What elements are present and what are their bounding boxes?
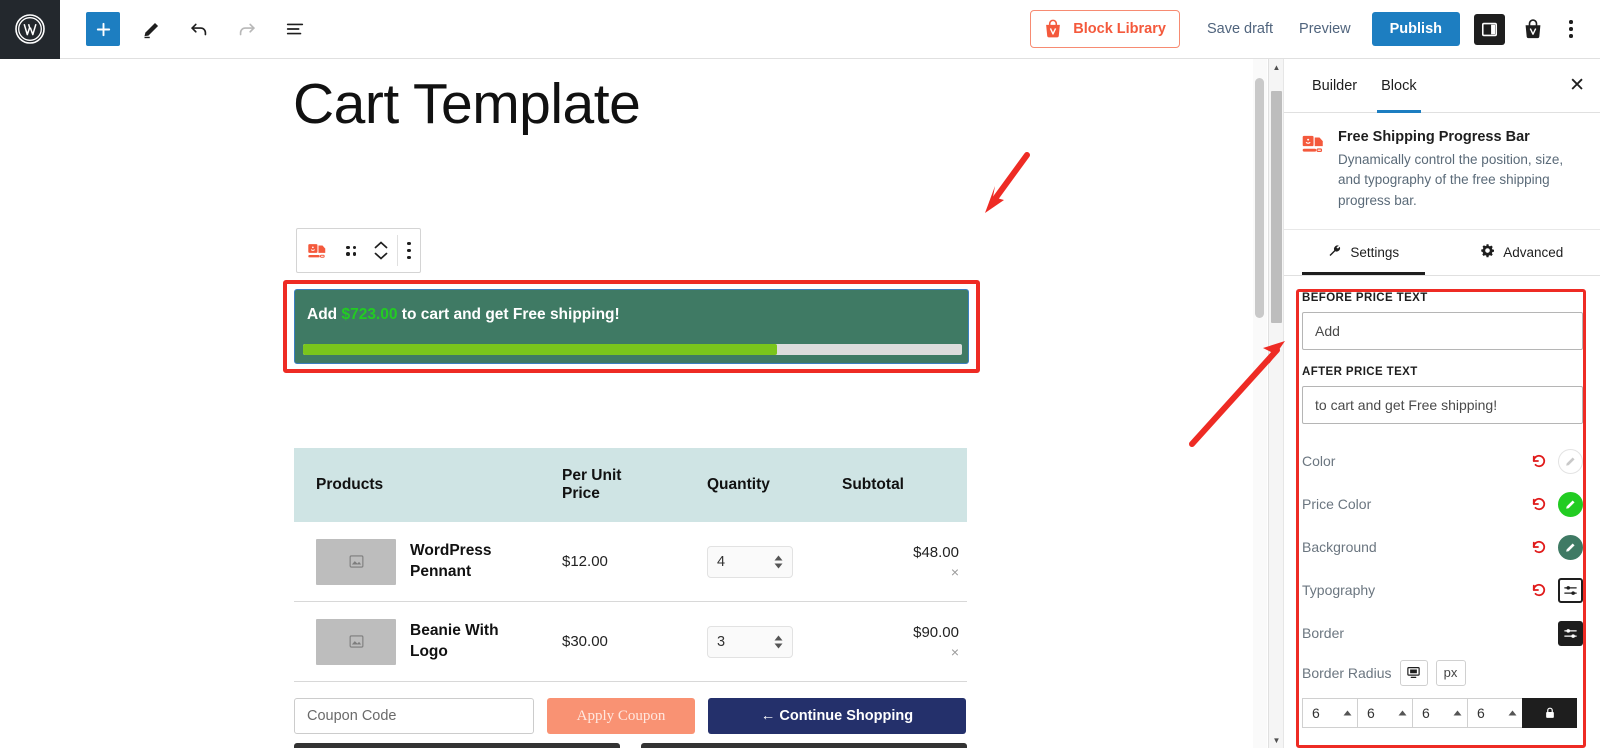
subtotal-amount: $48.00 xyxy=(913,544,959,561)
spinner-icon[interactable] xyxy=(774,635,783,649)
block-library-label: Block Library xyxy=(1073,21,1166,37)
unit-price: $30.00 xyxy=(562,633,608,650)
continue-shopping-button[interactable]: ← Continue Shopping xyxy=(708,698,966,734)
free-shipping-bar-icon[interactable] xyxy=(297,229,337,272)
coupon-code-input[interactable]: Coupon Code xyxy=(294,698,534,734)
empty-cart-button[interactable]: Empty Cart xyxy=(294,743,620,748)
quantity-value: 4 xyxy=(717,553,726,570)
quantity-stepper[interactable]: 3 xyxy=(707,625,793,658)
unit-price: $12.00 xyxy=(562,553,608,570)
undo-icon[interactable] xyxy=(182,12,216,46)
shipping-after-text: to cart and get Free shipping! xyxy=(401,306,620,323)
coupon-row: Coupon Code Apply Coupon ← Continue Shop… xyxy=(294,698,967,734)
sidebar-toggle-icon[interactable] xyxy=(1474,13,1505,45)
quantity-cell: 4 xyxy=(707,545,842,578)
toolbar-right-actions: Block Library Save draft Preview Publish xyxy=(1030,10,1600,48)
wordpress-logo-icon[interactable] xyxy=(0,0,60,59)
editor-toolbar: Block Library Save draft Preview Publish xyxy=(0,0,1600,59)
toolbar-left-tools xyxy=(60,12,312,46)
settings-panel-highlight xyxy=(1296,289,1586,748)
edit-pencil-icon[interactable] xyxy=(134,12,168,46)
tab-settings-label: Settings xyxy=(1350,244,1400,260)
gear-icon xyxy=(1480,243,1495,261)
scroll-up-arrow-icon[interactable]: ▲ xyxy=(1269,59,1284,75)
quantity-value: 3 xyxy=(717,633,726,650)
block-library-button[interactable]: Block Library xyxy=(1030,10,1180,48)
block-settings-sidebar: ▲ ▼ Builder Block ✕ Free Shipping Progre… xyxy=(1268,59,1600,748)
shipping-price: $723.00 xyxy=(341,306,398,323)
apply-coupon-button[interactable]: Apply Coupon xyxy=(547,698,695,734)
spinner-icon[interactable] xyxy=(774,555,783,569)
block-options-icon[interactable] xyxy=(398,229,420,272)
drag-handle-icon[interactable] xyxy=(337,229,365,272)
column-header-products: Products xyxy=(316,476,384,493)
table-row: Beanie With Logo $30.00 3 $90.00 × xyxy=(294,602,967,682)
canvas-scrollbar-thumb[interactable] xyxy=(1255,78,1264,318)
free-shipping-bar-icon xyxy=(1300,129,1326,211)
move-up-down-icon[interactable] xyxy=(365,229,397,272)
remove-item-icon[interactable]: × xyxy=(951,645,959,659)
cart-table: Products Per Unit Price Quantity Subtotal… xyxy=(294,448,967,748)
tab-builder[interactable]: Builder xyxy=(1300,59,1369,113)
product-cell: Beanie With Logo xyxy=(294,618,562,665)
progress-fill xyxy=(303,344,778,355)
list-view-icon[interactable] xyxy=(278,12,312,46)
product-thumbnail-icon xyxy=(316,618,396,665)
update-cart-button[interactable]: Update Cart xyxy=(640,743,967,748)
quantity-cell: 3 xyxy=(707,625,842,658)
sidebar-content: Builder Block ✕ Free Shipping Progress B… xyxy=(1284,59,1600,748)
cart-table-header: Products Per Unit Price Quantity Subtotal xyxy=(294,448,967,522)
quantity-stepper[interactable]: 4 xyxy=(707,545,793,578)
more-options-icon[interactable] xyxy=(1556,12,1586,46)
editor-window: Block Library Save draft Preview Publish xyxy=(0,0,1600,748)
block-toolbar xyxy=(296,228,421,273)
product-name[interactable]: Beanie With Logo xyxy=(410,621,520,663)
page-title[interactable]: Cart Template xyxy=(293,71,641,137)
editor-canvas: Cart Template Add $723.00 to cart and ge… xyxy=(0,59,1268,748)
column-header-per-unit-price: Per Unit Price xyxy=(562,467,622,502)
sidebar-tabs: Builder Block ✕ xyxy=(1284,59,1600,113)
cart-actions-row: Empty Cart Update Cart xyxy=(294,743,967,748)
block-info: Free Shipping Progress Bar Dynamically c… xyxy=(1284,113,1600,230)
shop-bag-icon[interactable] xyxy=(1517,14,1548,45)
preview-button[interactable]: Preview xyxy=(1286,13,1364,45)
shipping-bar-text: Add $723.00 to cart and get Free shippin… xyxy=(303,306,960,324)
progress-track xyxy=(303,344,962,355)
free-shipping-progress-bar-block[interactable]: Add $723.00 to cart and get Free shippin… xyxy=(294,289,969,364)
subtotal-cell: $48.00 × xyxy=(842,544,967,579)
sidebar-subtabs: Settings Advanced xyxy=(1284,230,1600,276)
table-row: WordPress Pennant $12.00 4 $48.00 × xyxy=(294,522,967,602)
close-icon[interactable]: ✕ xyxy=(1569,76,1585,95)
publish-button[interactable]: Publish xyxy=(1371,12,1460,46)
scroll-down-arrow-icon[interactable]: ▼ xyxy=(1269,732,1284,748)
tab-block[interactable]: Block xyxy=(1369,59,1428,113)
block-title: Free Shipping Progress Bar xyxy=(1338,129,1530,145)
tab-advanced[interactable]: Advanced xyxy=(1443,230,1600,275)
wrench-icon xyxy=(1327,243,1342,261)
tab-settings[interactable]: Settings xyxy=(1284,230,1443,275)
subtotal-cell: $90.00 × xyxy=(842,624,967,659)
tab-advanced-label: Advanced xyxy=(1503,244,1564,260)
shopping-bag-icon xyxy=(1042,18,1064,40)
shipping-before-text: Add xyxy=(307,306,338,323)
product-cell: WordPress Pennant xyxy=(294,538,562,585)
product-name[interactable]: WordPress Pennant xyxy=(410,541,520,583)
sidebar-scrollbar-track[interactable]: ▲ ▼ xyxy=(1269,59,1284,748)
block-description: Dynamically control the position, size, … xyxy=(1338,152,1564,208)
save-draft-button[interactable]: Save draft xyxy=(1194,13,1286,45)
add-block-button[interactable] xyxy=(86,12,120,46)
column-header-subtotal: Subtotal xyxy=(842,476,904,493)
product-thumbnail-icon xyxy=(316,538,396,585)
redo-icon[interactable] xyxy=(230,12,264,46)
column-header-quantity: Quantity xyxy=(707,476,770,493)
remove-item-icon[interactable]: × xyxy=(951,565,959,579)
subtotal-amount: $90.00 xyxy=(913,624,959,641)
sidebar-scrollbar-thumb[interactable] xyxy=(1271,91,1282,323)
